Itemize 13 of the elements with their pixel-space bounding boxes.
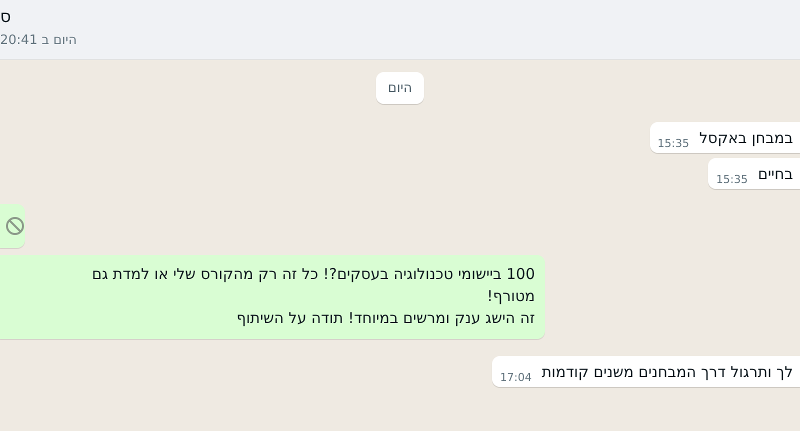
message-text: 100 ביישומי טכנולוגיה בעסקים?! כל זה רק מהקורס שלי או למדת גם xyxy=(90,264,535,285)
message-time: 15:35 xyxy=(716,173,748,187)
message-time: 15:35 xyxy=(658,137,690,151)
message-text: מטורף! xyxy=(486,286,535,307)
message-text: במבחן באקסל xyxy=(699,128,793,148)
blocked-icon xyxy=(5,216,25,236)
message-text: לך ותרגול דרך המבחנים משנים קודמות xyxy=(542,362,793,382)
message-time: 17:04 xyxy=(500,371,532,385)
date-chip: היום xyxy=(376,72,424,104)
last-seen-text: היום ב 20:41 xyxy=(0,33,77,49)
message-text: זה הישג ענק ומרשים במיוחד! תודה על השיתוף xyxy=(235,308,535,329)
contact-name: ס xyxy=(0,6,12,28)
message-text: בחיים xyxy=(758,164,793,184)
